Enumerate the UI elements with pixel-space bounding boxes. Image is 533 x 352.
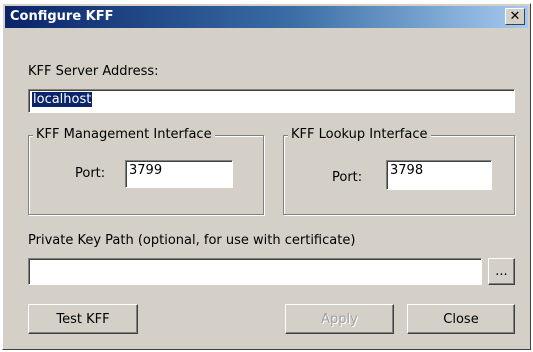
lookup-interface-legend: KFF Lookup Interface xyxy=(288,127,431,142)
apply-button[interactable]: Apply xyxy=(285,304,394,334)
lookup-port-label: Port: xyxy=(332,170,363,185)
server-address-value: localhost xyxy=(32,92,93,107)
server-address-label: KFF Server Address: xyxy=(28,64,159,79)
management-port-value: 3799 xyxy=(129,163,163,178)
browse-button[interactable]: ... xyxy=(488,258,515,285)
lookup-port-value: 3798 xyxy=(390,163,424,178)
configure-kff-dialog: Configure KFF ✕ KFF Server Address: loca… xyxy=(2,3,531,350)
window-title: Configure KFF xyxy=(10,9,114,24)
apply-button-label: Apply xyxy=(321,311,358,327)
close-button-label: Close xyxy=(443,311,479,327)
management-port-input[interactable]: 3799 xyxy=(125,160,233,188)
management-interface-group: KFF Management Interface Port: 3799 xyxy=(28,127,264,215)
lookup-port-input[interactable]: 3798 xyxy=(386,160,492,190)
test-kff-button-label: Test KFF xyxy=(56,311,110,327)
management-interface-legend: KFF Management Interface xyxy=(33,127,215,142)
ellipsis-icon: ... xyxy=(495,264,508,279)
private-key-path-input[interactable] xyxy=(28,258,482,285)
lookup-interface-group: KFF Lookup Interface Port: 3798 xyxy=(283,127,515,215)
close-window-button[interactable]: ✕ xyxy=(505,8,525,25)
server-address-input[interactable]: localhost xyxy=(28,89,515,113)
close-icon: ✕ xyxy=(509,9,521,24)
test-kff-button[interactable]: Test KFF xyxy=(28,304,138,334)
management-port-label: Port: xyxy=(75,166,106,181)
title-bar[interactable]: Configure KFF ✕ xyxy=(5,6,528,28)
close-button[interactable]: Close xyxy=(407,304,515,334)
private-key-label: Private Key Path (optional, for use with… xyxy=(28,233,356,248)
